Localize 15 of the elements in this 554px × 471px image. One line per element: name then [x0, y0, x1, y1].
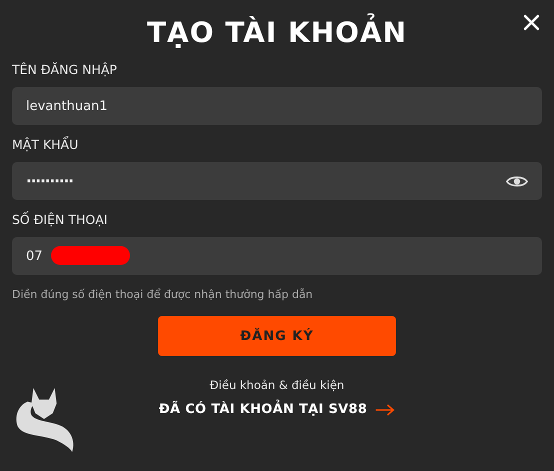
- terms-link[interactable]: Điều khoản & điều kiện: [210, 378, 344, 392]
- eye-icon[interactable]: [506, 174, 528, 188]
- field-label: TÊN ĐĂNG NHẬP: [12, 62, 118, 78]
- hint-text: Diền đúng số điện thoại để được nhận thưởng hấp dẫn: [12, 288, 314, 301]
- field-label: MẬT KHẨU: [12, 137, 80, 153]
- login-link[interactable]: ĐÃ CÓ TÀI KHOẢN TẠI SV88: [158, 402, 396, 417]
- arrow-icon: [375, 404, 396, 416]
- field-label: SỐ ĐIỆN THOẠI: [12, 212, 108, 228]
- input-field[interactable]: ··········: [12, 162, 542, 200]
- register-button[interactable]: ĐĂNG KÝ: [158, 316, 396, 356]
- input-field[interactable]: levanthuan1: [12, 87, 542, 125]
- fox-logo-drawing: [14, 386, 76, 452]
- close-icon[interactable]: [523, 14, 540, 31]
- dialog-title: TẠO TÀI KHOẢN: [146, 14, 408, 50]
- input-field[interactable]: 07: [12, 237, 542, 275]
